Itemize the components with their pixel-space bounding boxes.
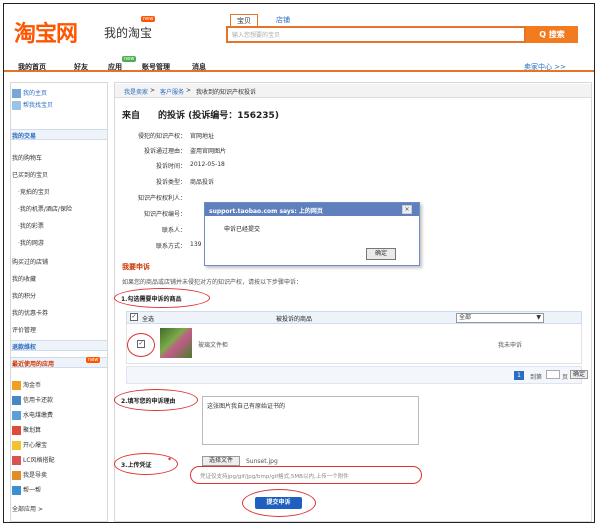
sidebar-section-trade[interactable]: 我的交易	[12, 131, 36, 140]
sidebar-item-shops[interactable]: 购买过的店铺	[12, 257, 48, 266]
step3-label: 3.上传凭证	[121, 462, 152, 469]
sidebar-item-coupons[interactable]: 我的优惠卡券	[12, 308, 48, 317]
step2-label: 2.填写您的申诉理由	[121, 398, 176, 405]
choose-file-button[interactable]: 选择文件	[202, 456, 240, 466]
field-label: 侵犯的知识产权：	[137, 133, 186, 140]
page-suffix: 页	[562, 374, 569, 381]
search-button[interactable]: Q 搜索	[526, 26, 578, 43]
status-filter-select[interactable]: 全部 ▼	[456, 313, 544, 323]
nav-home[interactable]: 我的首页	[18, 62, 46, 72]
select-all-checkbox[interactable]: ✓	[130, 313, 138, 321]
credit-card-icon	[12, 396, 21, 405]
page-confirm-button[interactable]: 确定	[570, 370, 588, 379]
field-label: 投诉通过理由：	[143, 148, 186, 155]
field-label: 联系人：	[161, 227, 186, 234]
select-all-label: 全选	[142, 316, 155, 323]
sidebar-item-find-goods[interactable]: 帮我找宝贝	[12, 100, 53, 110]
apps-new-badge: new	[122, 56, 137, 62]
page-input[interactable]	[546, 370, 560, 379]
app-utilities[interactable]: 水电煤缴费	[12, 410, 53, 420]
sidebar-section-rights[interactable]: 退款维权	[12, 342, 36, 351]
field-value: 139	[190, 241, 202, 248]
coin-icon	[12, 381, 21, 390]
sidebar-item-travel[interactable]: ·我的机票/酒店/保险	[18, 204, 72, 213]
step1-label: 1.勾选需要申诉的商品	[121, 296, 182, 303]
field-label: 知识产权权利人：	[137, 195, 186, 202]
dialog-title: support.taobao.com says: 上的网页	[205, 203, 419, 216]
sidebar-item-cart[interactable]: 我的购物车	[12, 153, 42, 162]
field-label: 知识产权编号：	[143, 211, 186, 218]
reason-textarea[interactable]: 这张图片我自己有原始证书的	[202, 396, 419, 445]
sidebar-section-apps: 最近使用的应用	[12, 361, 55, 368]
appeal-title: 我要申诉	[122, 263, 150, 271]
style-icon	[12, 456, 21, 465]
breadcrumb-seller[interactable]: 我是卖家	[124, 87, 148, 96]
close-icon[interactable]: ×	[402, 205, 412, 214]
appeal-hint: 如果您的商品或店铺并未侵犯对方的知识产权，请按以下步骤申诉：	[122, 279, 303, 286]
item-thumbnail[interactable]	[160, 328, 192, 358]
item-name-link[interactable]: 玻璃文件柜	[198, 340, 228, 349]
chevron-down-icon: ▼	[536, 314, 541, 321]
breadcrumb-current: 我收到的知识产权投诉	[196, 89, 257, 96]
sidebar-item-points[interactable]: 我的积分	[12, 291, 36, 300]
nav-apps[interactable]: 应用	[108, 62, 122, 72]
file-hint: 凭证仅支持jpg/gif/jpg/bmp/gif格式,5MB以内,上传一个附件	[200, 474, 349, 480]
app-juhuasuan[interactable]: 聚划算	[12, 425, 41, 435]
my-taobao-title: 我的淘宝	[104, 26, 153, 40]
item-checkbox[interactable]: ✓	[137, 340, 145, 348]
nav-friends[interactable]: 好友	[74, 62, 88, 72]
app-taojinbi[interactable]: 淘金币	[12, 380, 41, 390]
app-credit-card[interactable]: 信用卡还款	[12, 395, 53, 405]
field-value: 2012-05-18	[190, 161, 225, 168]
apps-new-badge: new	[86, 357, 101, 363]
find-icon	[12, 101, 21, 110]
browser-frame: 淘宝网 我的淘宝 new 宝贝 店铺 输入您想要的宝贝 Q 搜索 我的首页 好友…	[3, 3, 595, 523]
submit-appeal-button[interactable]: 提交申诉	[255, 497, 302, 509]
column-goods: 被投诉的商品	[276, 316, 313, 323]
new-badge: new	[141, 16, 156, 22]
breadcrumb-sep: >	[186, 87, 192, 94]
breadcrumb-sep: >	[150, 87, 156, 94]
page-number-current[interactable]: 1	[514, 371, 524, 380]
sidebar-item-my-home[interactable]: 我的主页	[12, 88, 47, 98]
search-input[interactable]: 输入您想要的宝贝	[226, 26, 526, 43]
search-tab-shop[interactable]: 店铺	[270, 14, 296, 26]
dialog-message: 申诉已经提交	[224, 226, 261, 233]
field-value: 商品投诉	[190, 179, 215, 186]
field-label: 联系方式：	[155, 243, 186, 250]
dialog-ok-button[interactable]: 确定	[366, 248, 396, 260]
field-label: 投诉时间：	[155, 163, 186, 170]
breadcrumb-service[interactable]: 客户服务	[160, 87, 184, 96]
deal-icon	[12, 426, 21, 435]
sidebar-item-bought[interactable]: 已买到的宝贝	[12, 170, 48, 179]
sidebar-item-reviews[interactable]: 评价管理	[12, 325, 36, 334]
app-happy[interactable]: 开心爆宝	[12, 440, 47, 450]
taobao-logo[interactable]: 淘宝网	[14, 16, 78, 48]
main-navbar	[4, 54, 594, 72]
all-apps-link[interactable]: 全部应用 >	[12, 504, 43, 513]
nav-messages[interactable]: 消息	[192, 62, 206, 72]
sidebar-item-favorites[interactable]: 我的收藏	[12, 274, 36, 283]
item-status: 我未申诉	[498, 342, 523, 349]
sidebar-item-games[interactable]: ·我的网游	[18, 238, 44, 247]
field-label: 投诉类型：	[155, 179, 186, 186]
help-icon	[12, 486, 21, 495]
page-title: 来自 的投诉 (投诉编号：156235)	[122, 111, 279, 121]
app-help[interactable]: 帮一帮	[12, 485, 41, 495]
happy-icon	[12, 441, 21, 450]
guide-icon	[12, 471, 21, 480]
file-name: Sunset.jpg	[246, 458, 278, 465]
home-icon	[12, 89, 21, 98]
required-star: *	[168, 457, 172, 464]
sidebar-item-lottery[interactable]: ·我的彩票	[18, 221, 44, 230]
field-value: 盗用官网图片	[190, 148, 227, 155]
app-style[interactable]: LC风格搭配	[12, 455, 55, 465]
utilities-icon	[12, 411, 21, 420]
seller-center-link[interactable]: 卖家中心 >>	[524, 62, 566, 72]
field-value: 官网地址	[190, 133, 215, 140]
app-guide[interactable]: 我是导卖	[12, 470, 47, 480]
sidebar-item-auction[interactable]: ·竞拍的宝贝	[18, 187, 50, 196]
nav-account[interactable]: 账号管理	[142, 62, 170, 72]
goto-label: 到第	[530, 374, 543, 381]
